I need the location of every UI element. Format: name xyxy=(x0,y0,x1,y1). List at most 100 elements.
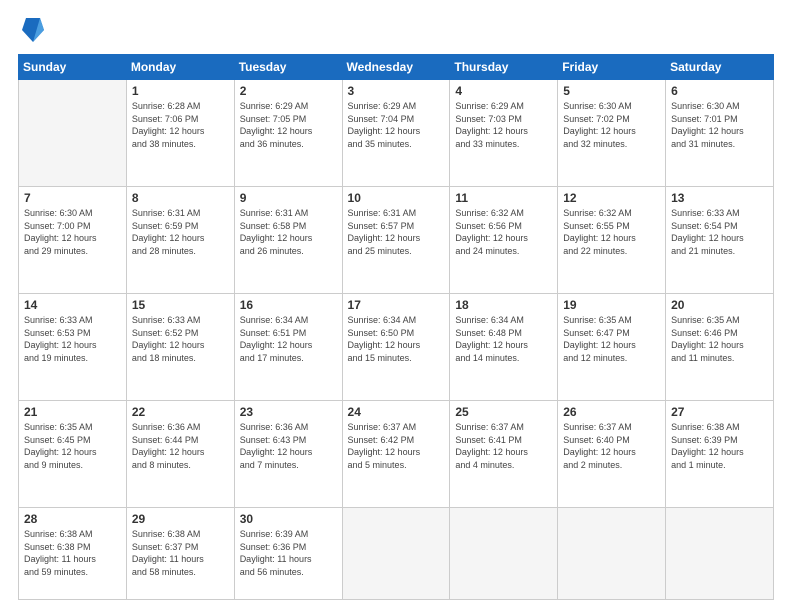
cell-text: Sunrise: 6:35 AMSunset: 6:47 PMDaylight:… xyxy=(563,314,660,364)
cell-text: Sunrise: 6:30 AMSunset: 7:01 PMDaylight:… xyxy=(671,100,768,150)
table-cell: 23 Sunrise: 6:36 AMSunset: 6:43 PMDayligh… xyxy=(234,401,342,508)
table-cell: 19 Sunrise: 6:35 AMSunset: 6:47 PMDayligh… xyxy=(558,294,666,401)
cell-text: Sunrise: 6:37 AMSunset: 6:40 PMDaylight:… xyxy=(563,421,660,471)
day-number: 19 xyxy=(563,298,660,312)
day-number: 18 xyxy=(455,298,552,312)
day-number: 25 xyxy=(455,405,552,419)
cell-text: Sunrise: 6:33 AMSunset: 6:54 PMDaylight:… xyxy=(671,207,768,257)
table-cell: 20 Sunrise: 6:35 AMSunset: 6:46 PMDayligh… xyxy=(666,294,774,401)
col-tuesday: Tuesday xyxy=(234,55,342,80)
cell-text: Sunrise: 6:35 AMSunset: 6:45 PMDaylight:… xyxy=(24,421,121,471)
day-number: 22 xyxy=(132,405,229,419)
col-thursday: Thursday xyxy=(450,55,558,80)
table-cell: 13 Sunrise: 6:33 AMSunset: 6:54 PMDayligh… xyxy=(666,187,774,294)
day-number: 3 xyxy=(348,84,445,98)
day-number: 2 xyxy=(240,84,337,98)
cell-text: Sunrise: 6:38 AMSunset: 6:39 PMDaylight:… xyxy=(671,421,768,471)
cell-text: Sunrise: 6:33 AMSunset: 6:53 PMDaylight:… xyxy=(24,314,121,364)
cell-text: Sunrise: 6:31 AMSunset: 6:59 PMDaylight:… xyxy=(132,207,229,257)
table-cell: 15 Sunrise: 6:33 AMSunset: 6:52 PMDayligh… xyxy=(126,294,234,401)
cell-text: Sunrise: 6:34 AMSunset: 6:50 PMDaylight:… xyxy=(348,314,445,364)
table-cell: 14 Sunrise: 6:33 AMSunset: 6:53 PMDayligh… xyxy=(19,294,127,401)
cell-text: Sunrise: 6:30 AMSunset: 7:00 PMDaylight:… xyxy=(24,207,121,257)
table-cell: 12 Sunrise: 6:32 AMSunset: 6:55 PMDayligh… xyxy=(558,187,666,294)
cell-text: Sunrise: 6:37 AMSunset: 6:41 PMDaylight:… xyxy=(455,421,552,471)
day-number: 15 xyxy=(132,298,229,312)
cell-text: Sunrise: 6:31 AMSunset: 6:57 PMDaylight:… xyxy=(348,207,445,257)
table-cell xyxy=(19,80,127,187)
table-cell: 3 Sunrise: 6:29 AMSunset: 7:04 PMDaylight… xyxy=(342,80,450,187)
cell-text: Sunrise: 6:29 AMSunset: 7:03 PMDaylight:… xyxy=(455,100,552,150)
table-cell: 21 Sunrise: 6:35 AMSunset: 6:45 PMDayligh… xyxy=(19,401,127,508)
cell-text: Sunrise: 6:39 AMSunset: 6:36 PMDaylight:… xyxy=(240,528,337,578)
day-number: 23 xyxy=(240,405,337,419)
table-cell xyxy=(666,508,774,600)
cell-text: Sunrise: 6:32 AMSunset: 6:56 PMDaylight:… xyxy=(455,207,552,257)
table-cell: 4 Sunrise: 6:29 AMSunset: 7:03 PMDaylight… xyxy=(450,80,558,187)
col-friday: Friday xyxy=(558,55,666,80)
table-cell: 18 Sunrise: 6:34 AMSunset: 6:48 PMDayligh… xyxy=(450,294,558,401)
day-number: 8 xyxy=(132,191,229,205)
cell-text: Sunrise: 6:38 AMSunset: 6:37 PMDaylight:… xyxy=(132,528,229,578)
cell-text: Sunrise: 6:37 AMSunset: 6:42 PMDaylight:… xyxy=(348,421,445,471)
day-number: 5 xyxy=(563,84,660,98)
cell-text: Sunrise: 6:35 AMSunset: 6:46 PMDaylight:… xyxy=(671,314,768,364)
cell-text: Sunrise: 6:33 AMSunset: 6:52 PMDaylight:… xyxy=(132,314,229,364)
day-number: 17 xyxy=(348,298,445,312)
calendar-table: Sunday Monday Tuesday Wednesday Thursday… xyxy=(18,54,774,600)
day-number: 21 xyxy=(24,405,121,419)
table-cell: 30 Sunrise: 6:39 AMSunset: 6:36 PMDayligh… xyxy=(234,508,342,600)
logo-icon xyxy=(22,16,44,44)
day-number: 13 xyxy=(671,191,768,205)
col-wednesday: Wednesday xyxy=(342,55,450,80)
day-number: 10 xyxy=(348,191,445,205)
cell-text: Sunrise: 6:29 AMSunset: 7:05 PMDaylight:… xyxy=(240,100,337,150)
table-cell: 24 Sunrise: 6:37 AMSunset: 6:42 PMDayligh… xyxy=(342,401,450,508)
table-cell: 6 Sunrise: 6:30 AMSunset: 7:01 PMDaylight… xyxy=(666,80,774,187)
cell-text: Sunrise: 6:32 AMSunset: 6:55 PMDaylight:… xyxy=(563,207,660,257)
table-cell: 25 Sunrise: 6:37 AMSunset: 6:41 PMDayligh… xyxy=(450,401,558,508)
table-cell: 28 Sunrise: 6:38 AMSunset: 6:38 PMDayligh… xyxy=(19,508,127,600)
day-number: 16 xyxy=(240,298,337,312)
table-cell xyxy=(450,508,558,600)
table-cell xyxy=(558,508,666,600)
table-cell: 29Sunrise: 6:38 AMSunset: 6:37 PMDayligh… xyxy=(126,508,234,600)
day-number: 4 xyxy=(455,84,552,98)
day-number: 11 xyxy=(455,191,552,205)
header xyxy=(18,16,774,44)
day-number: 28 xyxy=(24,512,121,526)
day-number: 27 xyxy=(671,405,768,419)
table-cell: 2 Sunrise: 6:29 AMSunset: 7:05 PMDaylight… xyxy=(234,80,342,187)
day-number: 30 xyxy=(240,512,337,526)
page: Sunday Monday Tuesday Wednesday Thursday… xyxy=(0,0,792,612)
table-cell: 26 Sunrise: 6:37 AMSunset: 6:40 PMDayligh… xyxy=(558,401,666,508)
table-cell: 5 Sunrise: 6:30 AMSunset: 7:02 PMDaylight… xyxy=(558,80,666,187)
day-number: 9 xyxy=(240,191,337,205)
table-cell: 9 Sunrise: 6:31 AMSunset: 6:58 PMDaylight… xyxy=(234,187,342,294)
cell-text: Sunrise: 6:30 AMSunset: 7:02 PMDaylight:… xyxy=(563,100,660,150)
table-cell: 1Sunrise: 6:28 AMSunset: 7:06 PMDaylight… xyxy=(126,80,234,187)
day-number: 24 xyxy=(348,405,445,419)
day-number: 12 xyxy=(563,191,660,205)
table-cell: 8 Sunrise: 6:31 AMSunset: 6:59 PMDaylight… xyxy=(126,187,234,294)
table-cell xyxy=(342,508,450,600)
table-cell: 22 Sunrise: 6:36 AMSunset: 6:44 PMDayligh… xyxy=(126,401,234,508)
cell-text: Sunrise: 6:36 AMSunset: 6:43 PMDaylight:… xyxy=(240,421,337,471)
cell-text: Sunrise: 6:31 AMSunset: 6:58 PMDaylight:… xyxy=(240,207,337,257)
day-number: 6 xyxy=(671,84,768,98)
cell-text: Sunrise: 6:34 AMSunset: 6:51 PMDaylight:… xyxy=(240,314,337,364)
calendar-header-row: Sunday Monday Tuesday Wednesday Thursday… xyxy=(19,55,774,80)
cell-text: Sunrise: 6:34 AMSunset: 6:48 PMDaylight:… xyxy=(455,314,552,364)
day-number: 26 xyxy=(563,405,660,419)
cell-text: Sunrise: 6:29 AMSunset: 7:04 PMDaylight:… xyxy=(348,100,445,150)
cell-text: Sunrise: 6:38 AMSunset: 6:38 PMDaylight:… xyxy=(24,528,121,578)
table-cell: 27 Sunrise: 6:38 AMSunset: 6:39 PMDayligh… xyxy=(666,401,774,508)
table-cell: 17 Sunrise: 6:34 AMSunset: 6:50 PMDayligh… xyxy=(342,294,450,401)
col-sunday: Sunday xyxy=(19,55,127,80)
day-number: 7 xyxy=(24,191,121,205)
day-number: 14 xyxy=(24,298,121,312)
cell-text: Sunrise: 6:36 AMSunset: 6:44 PMDaylight:… xyxy=(132,421,229,471)
logo xyxy=(18,16,44,44)
table-cell: 7 Sunrise: 6:30 AMSunset: 7:00 PMDaylight… xyxy=(19,187,127,294)
day-number: 20 xyxy=(671,298,768,312)
